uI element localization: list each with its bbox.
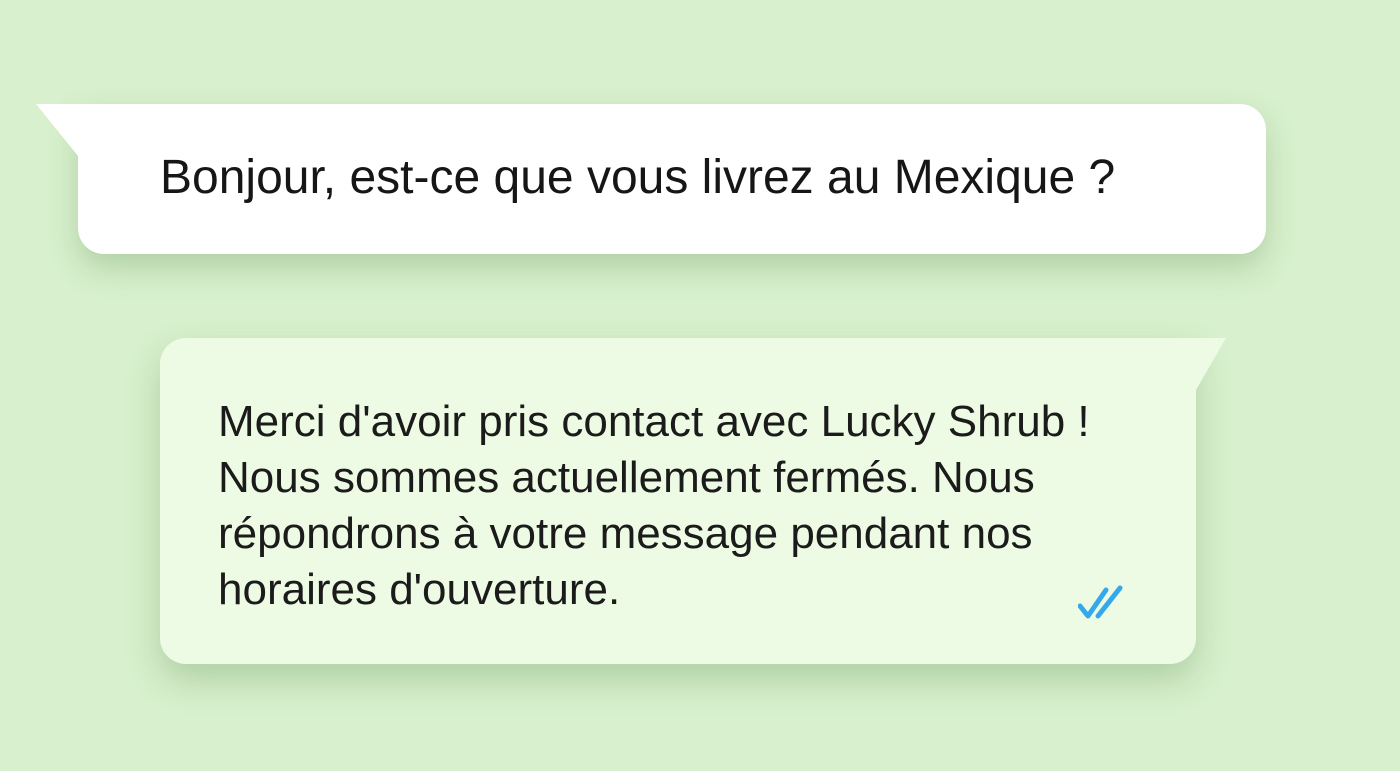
incoming-bubble-tail <box>36 104 78 156</box>
chat-area: Bonjour, est-ce que vous livrez au Mexiq… <box>0 0 1400 771</box>
outgoing-bubble-tail <box>1196 338 1226 390</box>
double-check-icon <box>1078 585 1123 619</box>
incoming-message-bubble[interactable]: Bonjour, est-ce que vous livrez au Mexiq… <box>36 104 1266 254</box>
outgoing-message-line: Nous sommes actuellement fermés. Nous <box>218 453 1035 502</box>
incoming-message-text: Bonjour, est-ce que vous livrez au Mexiq… <box>160 151 1116 204</box>
outgoing-message-text: Merci d'avoir pris contact avec Lucky Sh… <box>218 394 1090 618</box>
outgoing-message-line: répondrons à votre message pendant nos <box>218 509 1033 558</box>
outgoing-message-line: Merci d'avoir pris contact avec Lucky Sh… <box>218 397 1090 446</box>
outgoing-message-line: horaires d'ouverture. <box>218 565 621 614</box>
outgoing-message-bubble[interactable]: Merci d'avoir pris contact avec Lucky Sh… <box>160 338 1226 664</box>
